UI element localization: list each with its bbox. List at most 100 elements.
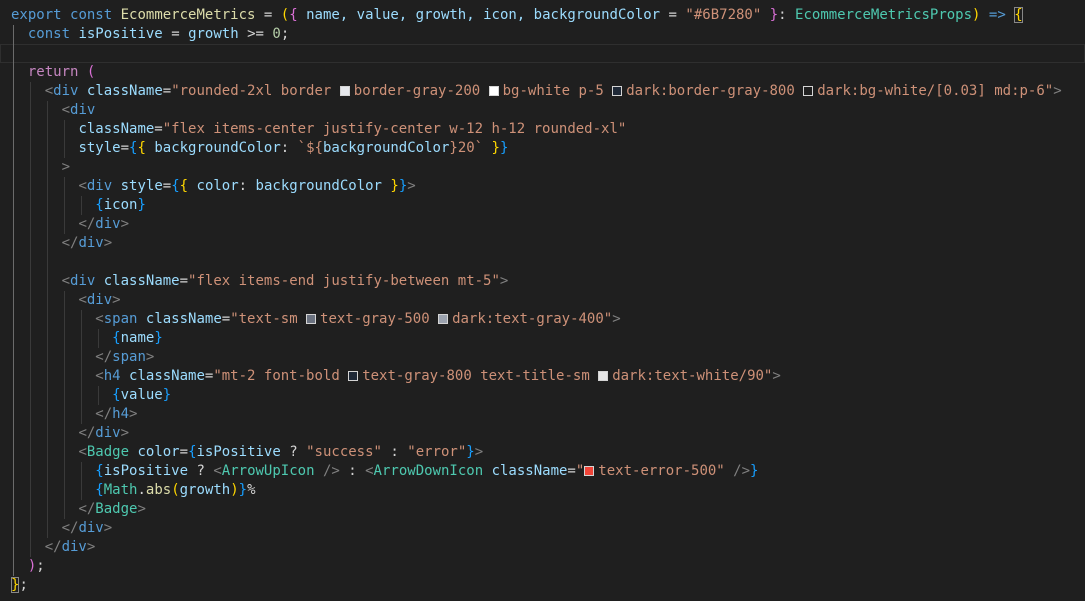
jsx-attribute: style: [120, 178, 163, 194]
string: text-error-500": [598, 463, 725, 479]
bracket: (: [86, 64, 96, 80]
operator: =: [171, 26, 180, 42]
indent-guide: [13, 63, 14, 82]
operator: =: [263, 7, 273, 23]
color-swatch[interactable]: [803, 86, 814, 96]
identifier: growth: [179, 482, 231, 498]
jsx-tag: div: [86, 178, 113, 194]
indent-guide: [13, 44, 14, 63]
keyword: export: [11, 7, 62, 23]
color-swatch[interactable]: [598, 371, 609, 381]
jsx-attribute: className: [103, 273, 180, 289]
code-line-21: {value}: [0, 386, 1085, 405]
identifier: backgroundColor: [322, 140, 450, 156]
code-line-20: <h4 className="mt-2 font-bold text-gray-…: [0, 367, 1085, 386]
jsx-component: ArrowUpIcon: [221, 463, 315, 479]
jsx-attribute: className: [129, 368, 205, 384]
jsx-attribute: color: [137, 444, 180, 460]
code-line-7: className="flex items-center justify-cen…: [0, 120, 1085, 139]
code-line-17: <span className="text-sm text-gray-500 d…: [0, 310, 1085, 329]
code-line-1: export const EcommerceMetrics = ({ name,…: [11, 7, 1023, 23]
type-name: EcommerceMetricsProps: [795, 7, 973, 23]
jsx-tag: span: [103, 311, 138, 327]
color-swatch[interactable]: [488, 86, 499, 96]
color-swatch[interactable]: [306, 314, 317, 324]
jsx-attribute: className: [86, 83, 163, 99]
color-swatch[interactable]: [348, 371, 359, 381]
string: "flex items-end justify-between mt-5": [188, 273, 500, 289]
identifier: growth: [188, 26, 239, 42]
identifier: Math: [103, 482, 138, 498]
code-line-19: </span>: [0, 348, 1085, 367]
string: "mt-2 font-bold: [213, 368, 349, 384]
keyword: const: [70, 7, 113, 23]
property: backgroundColor: [154, 140, 281, 156]
operator: >=: [247, 26, 264, 42]
code-line-4: return (: [0, 63, 1085, 82]
jsx-tag: h4: [103, 368, 121, 384]
bracket: {: [289, 7, 298, 23]
string: "error": [407, 444, 467, 460]
code-line-28: </div>: [0, 519, 1085, 538]
code-line-8: style={{ backgroundColor: `${backgroundC…: [0, 139, 1085, 158]
identifier: value: [120, 387, 163, 403]
jsx-tag: div: [70, 102, 96, 118]
function: abs: [145, 482, 172, 498]
jsx-tag: div: [86, 292, 113, 308]
jsx-tag: div: [78, 520, 104, 536]
code-line-14: [0, 253, 1085, 272]
jsx-punctuation: >: [61, 159, 71, 175]
code-line-25: {isPositive ? <ArrowUpIcon /> : <ArrowDo…: [0, 462, 1085, 481]
jsx-attribute: style: [78, 140, 121, 156]
code-line-6: <div: [0, 101, 1085, 120]
jsx-tag: h4: [112, 406, 130, 422]
jsx-tag: div: [78, 235, 104, 251]
jsx-tag: div: [95, 216, 121, 232]
color-swatch[interactable]: [339, 86, 350, 96]
bracket: ): [972, 7, 981, 23]
identifier: isPositive: [196, 444, 281, 460]
code-editor[interactable]: export const EcommerceMetrics = ({ name,…: [0, 0, 1085, 601]
string: "success": [306, 444, 382, 460]
keyword: return: [27, 64, 79, 80]
number: 0: [272, 26, 281, 42]
jsx-tag: div: [53, 83, 79, 99]
code-line-12: </div>: [0, 215, 1085, 234]
color-swatch[interactable]: [584, 466, 595, 476]
code-line-23: </div>: [0, 424, 1085, 443]
jsx-component: Badge: [86, 444, 130, 460]
code-line-16: <div>: [0, 291, 1085, 310]
color-swatch[interactable]: [438, 314, 449, 324]
jsx-tag: span: [112, 349, 146, 365]
code-line-3-current: [0, 44, 1085, 63]
bracket: (: [280, 7, 290, 23]
string: "#6B7280": [685, 7, 762, 23]
string: "flex items-center justify-center w-12 h…: [162, 121, 627, 137]
identifier: name: [120, 330, 155, 346]
parameters: name, value, growth, icon, backgroundCol…: [306, 7, 661, 23]
string: "text-sm: [230, 311, 307, 327]
jsx-component: Badge: [95, 501, 138, 517]
code-line-5: <div className="rounded-2xl border borde…: [0, 82, 1085, 101]
code-line-31: };: [11, 577, 28, 593]
color-swatch[interactable]: [612, 86, 623, 96]
code-line-10: <div style={{ color: backgroundColor }}>: [0, 177, 1085, 196]
string: "rounded-2xl border: [171, 83, 340, 99]
code-line-22: </h4>: [0, 405, 1085, 424]
template-string: `${: [297, 140, 323, 156]
jsx-tag: div: [70, 273, 96, 289]
code-line-18: {name}: [0, 329, 1085, 348]
jsx-attribute: className: [145, 311, 222, 327]
identifier: icon: [103, 197, 138, 213]
code-line-29: </div>: [0, 538, 1085, 557]
code-line-9: >: [0, 158, 1085, 177]
arrow: =>: [988, 7, 1006, 23]
identifier: backgroundColor: [255, 178, 382, 194]
code-line-13: </div>: [0, 234, 1085, 253]
code-line-11: {icon}: [0, 196, 1085, 215]
identifier: isPositive: [78, 26, 163, 42]
jsx-attribute: className: [491, 463, 568, 479]
property: color: [196, 178, 239, 194]
code-line-2: const isPositive = growth >= 0;: [0, 25, 1085, 44]
jsx-attribute: className: [78, 121, 155, 137]
